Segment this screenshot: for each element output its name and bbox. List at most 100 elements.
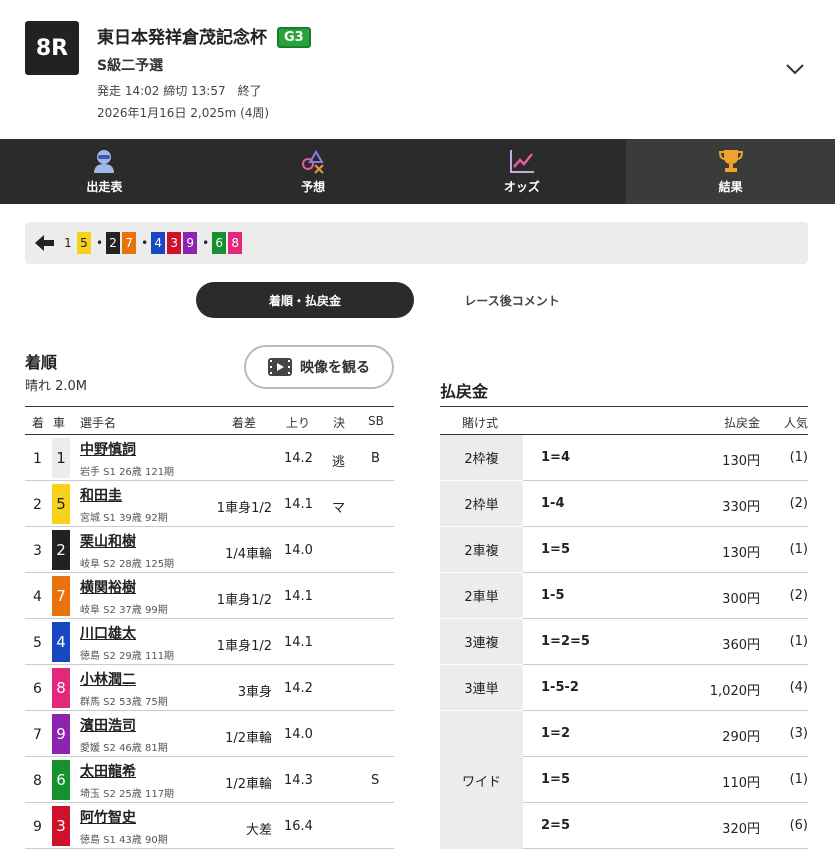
tab-odds[interactable]: オッズ [418,139,627,204]
last-lap-time: 14.1 [284,589,313,604]
tab-prediction[interactable]: 予想 [209,139,418,204]
col-last: 上り [286,416,311,430]
group-separator: • [202,236,210,250]
video-icon [268,358,292,376]
finish-position: 6 [33,681,42,697]
chart-icon [509,150,534,173]
car-number-badge: 4 [52,622,70,662]
racer-name-link[interactable]: 中野慎詞 [80,439,136,459]
table-row: 5 4 川口雄太 徳島 S2 29歳 111期 1車身1/2 14.1 [25,619,394,665]
toggle-results-payout[interactable]: 着順・払戻金 [196,282,414,318]
col-diff: 着差 [232,416,257,430]
popularity: (1) [789,542,808,557]
payouts-table: 賭け式 払戻金 人気 2枠複 1=4 130円 (1) 2枠単 1-4 330円 (2) 2車複… [440,406,808,849]
margin: 3車身 [237,685,272,700]
popularity: (1) [789,634,808,649]
finish-position: 8 [33,773,42,789]
racer-name-link[interactable]: 和田圭 [80,485,122,505]
finish-chip: 8 [228,232,243,254]
race-title: 東日本発祥倉茂記念杯 G3 [97,23,311,48]
payout-amount: 360円 [722,638,760,653]
racer-info: 愛媛 S2 46歳 81期 [80,743,168,754]
col-win: 決 [333,416,346,430]
car-number-badge: 1 [52,438,70,478]
tab-label: 予想 [301,180,326,194]
popularity: (2) [789,588,808,603]
col-bet-type: 賭け式 [462,416,499,430]
car-number-badge: 2 [52,530,70,570]
race-time-info: 発走 14:02 締切 13:57 終了 [97,84,262,98]
payout-amount: 130円 [722,454,760,469]
table-row: 7 9 濱田浩司愛媛 S2 46歳 81期 1/2車輪 14.0 [25,711,394,757]
chevron-down-icon[interactable] [784,58,806,80]
car-number-badge: 9 [52,714,70,754]
group-separator: • [96,236,104,250]
wide-payout-row: 1=5 110円 (1) [440,757,808,803]
winning-move: マ [332,501,346,516]
col-pos: 着 [32,416,45,430]
race-header: 8R 東日本発祥倉茂記念杯 G3 S級二予選 発走 14:02 締切 13:57 … [0,0,835,139]
bet-type: 2枠複 [440,435,523,481]
finish-order-strip: 1 5 • 2 7 • 4 3 9 • 6 8 [25,222,808,264]
payouts-title: 払戻金 [440,382,489,401]
racer-name-link[interactable]: 栗山和樹 [80,531,136,551]
toggle-post-race-comment[interactable]: レース後コメント [414,282,610,318]
table-row: 1 1 中野慎詞 岩手 S1 26歳 121期 14.2 逃 B [25,435,394,481]
car-number-badge: 3 [52,806,70,846]
finish-position: 7 [33,727,42,743]
finish-position: 4 [33,589,42,605]
last-lap-time: 14.2 [284,681,313,696]
popularity: (1) [789,450,808,465]
finish-chip: 2 [106,232,121,254]
finish-chip: 7 [122,232,137,254]
payout-amount: 300円 [722,592,760,607]
race-tabs: 出走表 予想 オッズ 結果 [0,139,835,204]
bet-combination: 1-5-2 [541,680,579,695]
table-row: 3 2 栗山和樹 岐阜 S2 28歳 125期 1/4車輪 14.0 [25,527,394,573]
view-toggle: 着順・払戻金 レース後コメント [196,282,610,318]
margin: 1車身1/2 [216,501,272,516]
watch-video-button[interactable]: 映像を観る [244,345,394,389]
col-payout: 払戻金 [723,416,760,430]
bet-combination: 2=5 [541,818,570,833]
racer-name-link[interactable]: 川口雄太 [80,623,136,643]
race-date-info: 2026年1月16日 2,025m (4周) [97,106,270,120]
margin: 1/2車輪 [225,777,272,792]
bet-combination: 1=5 [541,542,570,557]
racer-info: 岩手 S1 26歳 121期 [80,467,175,478]
bet-type: 2車複 [440,527,523,573]
last-lap-time: 14.1 [284,497,313,512]
finish-chip: 9 [183,232,198,254]
bet-combination: 1=2 [541,726,570,741]
payout-amount: 1,020円 [709,684,760,699]
results-title: 着順 [25,353,58,372]
bet-type: 2枠単 [440,481,523,527]
col-popularity: 人気 [783,416,808,430]
racer-name-link[interactable]: 濱田浩司 [80,715,136,735]
bet-combination: 1-4 [541,496,565,511]
tab-results[interactable]: 結果 [626,139,835,204]
bet-combination: 1=5 [541,772,570,787]
finish-chip: 3 [167,232,182,254]
racer-name-link[interactable]: 横関裕樹 [80,577,136,597]
racer-name-link[interactable]: 太田龍希 [80,761,136,781]
margin: 1車身1/2 [216,639,272,654]
tab-label: 結果 [718,180,743,194]
sb-mark: B [371,451,380,466]
margin: 1/2車輪 [225,731,272,746]
last-lap-time: 14.0 [284,727,313,742]
col-car: 車 [53,416,66,430]
racer-info: 徳島 S2 29歳 111期 [80,651,175,662]
race-title-text: 東日本発祥倉茂記念杯 [97,28,267,48]
racer-name-link[interactable]: 小林潤二 [80,669,136,689]
bet-type: 2車単 [440,573,523,619]
tab-entries[interactable]: 出走表 [0,139,209,204]
finish-position: 9 [33,819,42,835]
racer-name-link[interactable]: 阿竹智史 [80,807,136,827]
payout-amount: 110円 [722,776,760,791]
wide-payout-row: 1=2 290円 (3) [440,711,808,757]
racer-icon [94,150,115,173]
finish-chip: 6 [212,232,227,254]
finish-position: 5 [33,635,42,651]
col-name: 選手名 [80,416,117,430]
